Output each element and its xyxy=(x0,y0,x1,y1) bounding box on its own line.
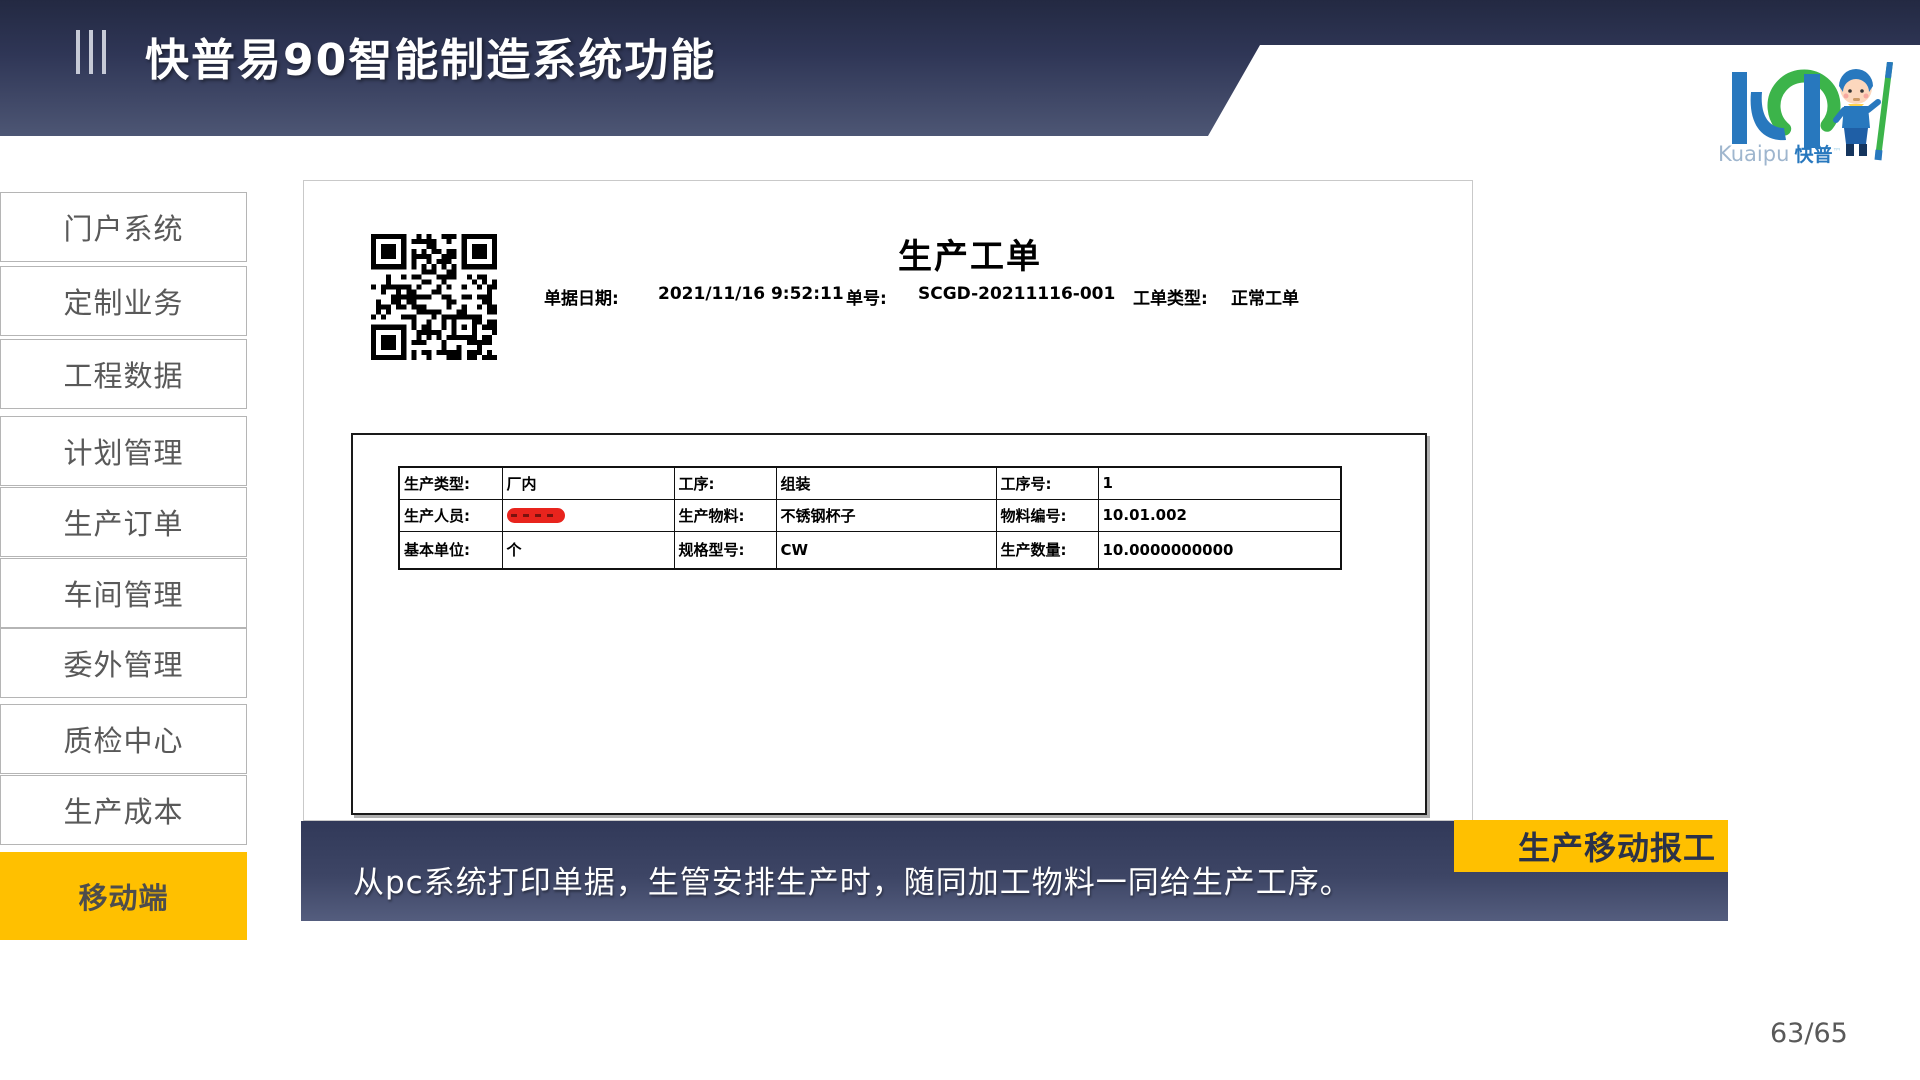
kuaipu-logo: Kuaipu 快普™ xyxy=(1718,62,1914,170)
work-order-detail-box: 生产类型: 厂内 工序: 组装 工序号: 1 生产人员: 生产物料: 不锈钢杯子… xyxy=(351,433,1427,815)
meta-type-value: 正常工单 xyxy=(1231,284,1299,309)
table-row: 生产类型: 厂内 工序: 组装 工序号: 1 xyxy=(399,467,1341,499)
caption-text: 从pc系统打印单据，生管安排生产时，随同加工物料一同给生产工序。 xyxy=(353,857,1352,902)
sidebar-item-production-order[interactable]: 生产订单 xyxy=(0,487,247,557)
meta-date-value: 2021/11/16 9:52:11 xyxy=(658,284,844,304)
redacted-name-scribble xyxy=(507,508,565,523)
sidebar-item-production-cost[interactable]: 生产成本 xyxy=(0,775,247,845)
title-marker-icon xyxy=(76,30,106,74)
meta-type-label: 工单类型: xyxy=(1133,284,1208,309)
sidebar-item-workshop-management[interactable]: 车间管理 xyxy=(0,558,247,628)
page-title: 快普易90智能制造系统功能 xyxy=(145,24,716,88)
table-row: 基本单位: 个 规格型号: CW 生产数量: 10.0000000000 xyxy=(399,531,1341,569)
logo-text-en: Kuaipu xyxy=(1718,142,1789,166)
table-row: 生产人员: 生产物料: 不锈钢杯子 物料编号: 10.01.002 xyxy=(399,499,1341,531)
logo-wordmark: Kuaipu 快普™ xyxy=(1718,140,1848,167)
page-indicator: 63/65 xyxy=(1770,1018,1848,1049)
slide: 快普易90智能制造系统功能 xyxy=(0,0,1920,1080)
sidebar-item-quality-center[interactable]: 质检中心 xyxy=(0,704,247,774)
sidebar-item-engineering-data[interactable]: 工程数据 xyxy=(0,339,247,409)
sidebar-item-outsourcing-management[interactable]: 委外管理 xyxy=(0,628,247,698)
logo-text-zh: 快普 xyxy=(1794,144,1832,166)
work-order-meta: 单据日期: 2021/11/16 9:52:11 单号: SCGD-202111… xyxy=(304,284,1474,310)
sidebar-item-plan-management[interactable]: 计划管理 xyxy=(0,416,247,486)
meta-number-label: 单号: xyxy=(846,284,887,309)
sidebar-item-mobile[interactable]: 移动端 xyxy=(0,852,247,940)
feature-tag[interactable]: 生产移动报工 xyxy=(1454,820,1728,872)
meta-number-value: SCGD-20211116-001 xyxy=(918,284,1115,304)
header-banner: 快普易90智能制造系统功能 xyxy=(0,0,1920,136)
work-order-title: 生产工单 xyxy=(764,229,1176,278)
work-order-preview-panel: 生产工单 单据日期: 2021/11/16 9:52:11 单号: SCGD-2… xyxy=(303,180,1473,821)
meta-date-label: 单据日期: xyxy=(544,284,619,309)
sidebar-item-custom-business[interactable]: 定制业务 xyxy=(0,266,247,336)
sidebar-item-portal[interactable]: 门户系统 xyxy=(0,192,247,262)
work-order-table: 生产类型: 厂内 工序: 组装 工序号: 1 生产人员: 生产物料: 不锈钢杯子… xyxy=(398,466,1342,570)
